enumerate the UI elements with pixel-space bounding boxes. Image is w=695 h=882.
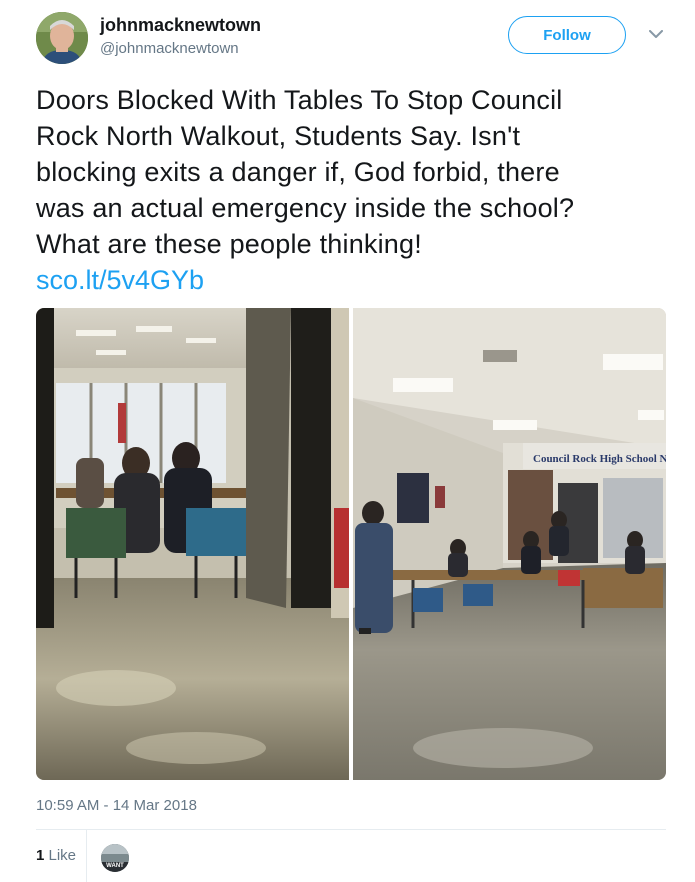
chevron-down-icon[interactable] — [646, 24, 666, 44]
divider — [36, 829, 666, 830]
media-grid: Council Rock High School N — [36, 308, 666, 780]
likes-count[interactable]: 1 Like — [36, 847, 76, 864]
liker-avatar-text: WANT — [106, 863, 124, 869]
school-sign-text: Council Rock High School N — [533, 453, 666, 465]
photo-cafeteria[interactable]: Council Rock High School N — [353, 308, 666, 780]
tweet-text: Doors Blocked With Tables To Stop Counci… — [36, 85, 575, 259]
follow-button[interactable]: Follow — [508, 16, 626, 54]
author-name[interactable]: johnmacknewtown — [100, 15, 261, 36]
tweet-timestamp[interactable]: 10:59 AM - 14 Mar 2018 — [36, 797, 197, 814]
liker-avatar[interactable]: WANT — [101, 844, 129, 872]
author-avatar[interactable] — [36, 12, 88, 64]
photo-hallway-doors[interactable] — [36, 308, 349, 780]
like-label: Like — [44, 847, 77, 864]
tweet-link[interactable]: sco.lt/5v4GYb — [36, 262, 204, 298]
likes-divider — [86, 830, 87, 882]
author-handle[interactable]: @johnmacknewtown — [100, 40, 239, 57]
